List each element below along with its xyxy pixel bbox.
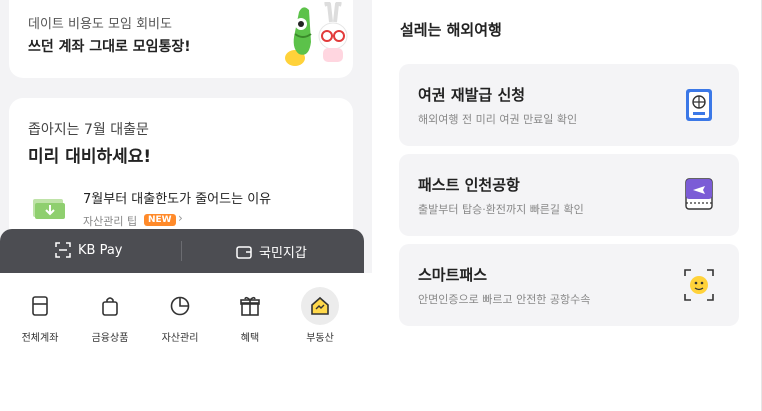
tab-label: 자산관리	[161, 333, 199, 344]
tab-benefits[interactable]: 혜택	[220, 287, 280, 344]
promo-line2: 쓰던 계좌 그대로 모임통장!	[28, 39, 191, 55]
tab-all-accounts[interactable]: 전체계좌	[10, 287, 70, 344]
loan-line1: 좁아지는 7월 대출문	[28, 122, 149, 138]
kb-pay-button[interactable]: KB Pay	[55, 242, 123, 258]
promo-card[interactable]: 데이트 비용도 모임 회비도 쓰던 계좌 그대로 모임통장!	[9, 0, 353, 78]
service-title: 여권 재발급 신청	[418, 86, 526, 104]
travel-panel: 설레는 해외여행 여권 재발급 신청 해외여행 전 미리 여권 만료일 확인 패…	[381, 0, 762, 411]
passport-reissue-card[interactable]: 여권 재발급 신청 해외여행 전 미리 여권 만료일 확인	[399, 64, 739, 146]
service-title: 패스트 인천공항	[418, 176, 520, 194]
kukmin-wallet-label: 국민지갑	[259, 246, 307, 261]
passport-icon	[686, 89, 712, 121]
divider	[181, 241, 182, 261]
tab-financial-products[interactable]: 금융상품	[80, 287, 140, 344]
money-download-icon	[33, 199, 65, 219]
scan-icon	[55, 242, 71, 258]
service-desc: 해외여행 전 미리 여권 만료일 확인	[418, 113, 578, 126]
new-badge: NEW	[144, 214, 176, 226]
service-desc: 안면인증으로 빠르고 안전한 공항수속	[418, 293, 591, 306]
article-title[interactable]: 7월부터 대출한도가 줄어드는 이유	[83, 188, 271, 207]
article-category: 자산관리 팁	[83, 215, 138, 228]
tab-label: 부동산	[306, 333, 334, 344]
account-book-icon	[21, 287, 59, 325]
loan-line2: 미리 대비하세요!	[28, 147, 152, 167]
service-title: 스마트패스	[418, 266, 488, 284]
tab-label: 전체계좌	[21, 333, 59, 344]
pay-bar: KB Pay 국민지갑	[0, 229, 364, 273]
boarding-pass-icon	[685, 178, 713, 210]
promo-line1: 데이트 비용도 모임 회비도	[28, 17, 172, 32]
shopping-bag-icon	[91, 287, 129, 325]
smart-pass-card[interactable]: 스마트패스 안면인증으로 빠르고 안전한 공항수속	[399, 244, 739, 326]
tab-real-estate[interactable]: 부동산	[290, 287, 350, 344]
house-icon	[301, 287, 339, 325]
mascot-illustration-icon	[285, 2, 348, 66]
kb-pay-label: KB Pay	[78, 242, 123, 258]
left-panel: 데이트 비용도 모임 회비도 쓰던 계좌 그대로 모임통장! 좁아지는 7월 대…	[0, 0, 372, 411]
gift-icon	[231, 287, 269, 325]
tab-asset-management[interactable]: 자산관리	[150, 287, 210, 344]
service-desc: 출발부터 탑승·환전까지 빠른길 확인	[418, 203, 584, 216]
bottom-tab-bar: 전체계좌 금융상품 자산관리 혜택 부동산	[0, 273, 372, 411]
tab-label: 혜택	[240, 333, 260, 344]
wallet-icon	[236, 245, 252, 259]
fast-incheon-airport-card[interactable]: 패스트 인천공항 출발부터 탑승·환전까지 빠른길 확인	[399, 154, 739, 236]
pie-chart-icon	[161, 287, 199, 325]
chevron-right-icon[interactable]: ›	[178, 211, 183, 225]
face-id-icon	[684, 269, 714, 301]
section-title: 설레는 해외여행	[400, 21, 502, 39]
tab-label: 금융상품	[91, 333, 129, 344]
kukmin-wallet-button[interactable]: 국민지갑	[236, 242, 307, 261]
